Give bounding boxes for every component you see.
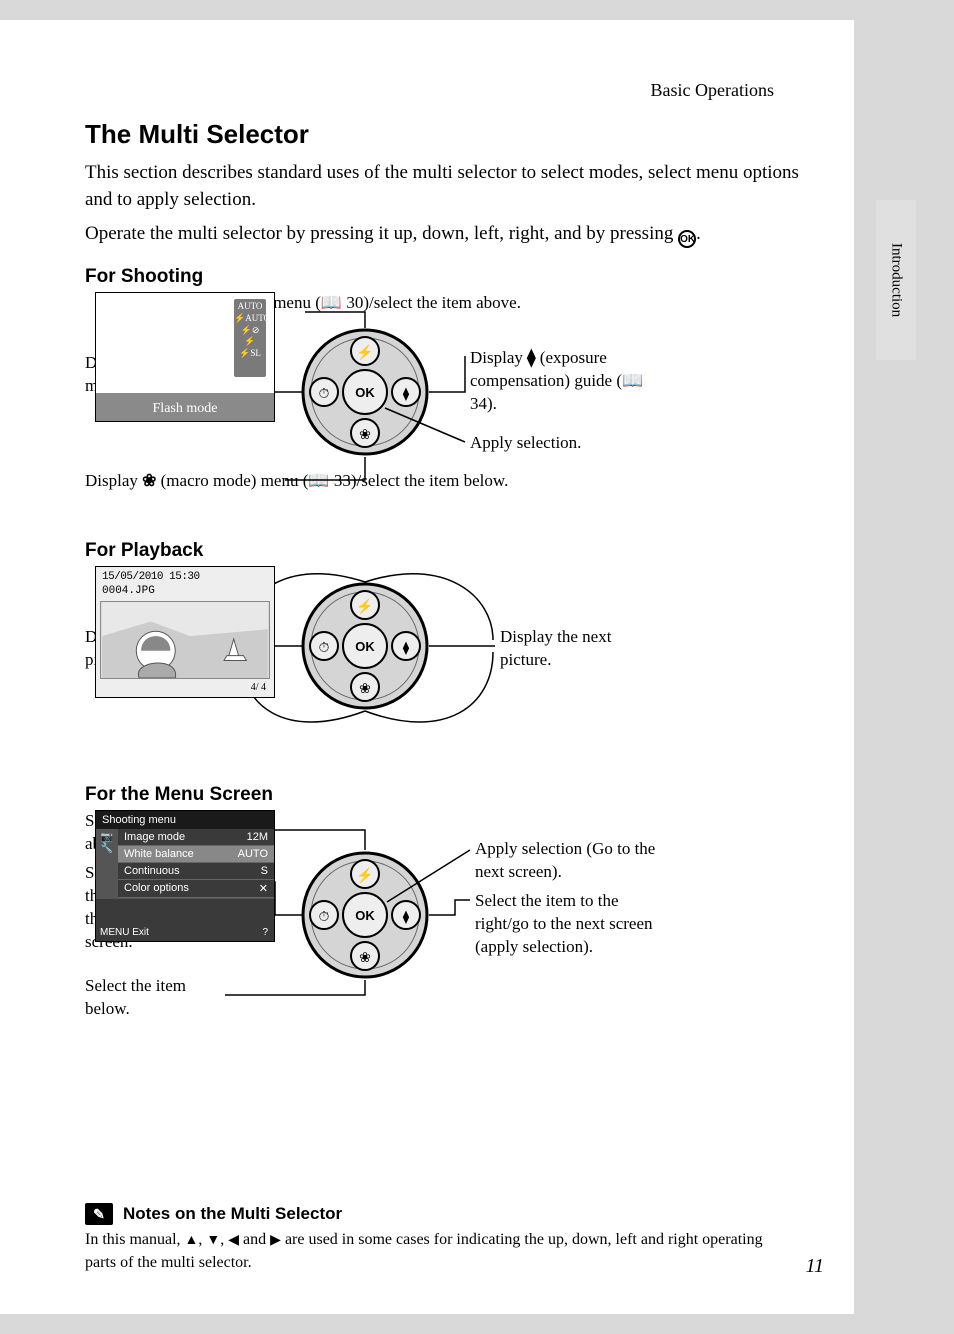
shooting-menu-screen: Shooting menu 📷🔧 Image mode12M White bal… bbox=[95, 810, 275, 942]
svg-text:⚡: ⚡ bbox=[356, 344, 373, 361]
multi-selector-dial-shooting: OK ⚡ ❀ ⏱ ⧫ bbox=[300, 327, 430, 457]
menu-exit-label: MENU Exit bbox=[100, 927, 149, 938]
ok-icon: OK bbox=[678, 230, 696, 248]
intro-text-2: Operate the multi selector by pressing i… bbox=[85, 221, 814, 248]
annot-exposure: Display ⧫ (exposure compensation) guide … bbox=[470, 347, 655, 416]
annot-select-below: Select the item below. bbox=[85, 975, 220, 1021]
svg-text:OK: OK bbox=[355, 385, 375, 400]
flash-mode-label: Flash mode bbox=[96, 401, 274, 417]
svg-text:⏱: ⏱ bbox=[319, 641, 330, 656]
svg-text:⏱: ⏱ bbox=[319, 387, 330, 402]
menu-heading: For the Menu Screen bbox=[85, 784, 814, 806]
left-triangle-icon: ◀ bbox=[228, 1233, 239, 1248]
annot-apply: Apply selection. bbox=[470, 432, 650, 455]
playback-screen: 15/05/2010 15:30 0004.JPG 4/ 4 bbox=[95, 566, 275, 698]
svg-text:❀: ❀ bbox=[359, 682, 371, 697]
menu-item: ContinuousS bbox=[118, 863, 274, 880]
svg-text:⧫: ⧫ bbox=[403, 386, 410, 402]
svg-text:⧫: ⧫ bbox=[403, 640, 410, 656]
intro-text-1: This section describes standard uses of … bbox=[85, 160, 814, 213]
menu-tab-camera-icon: 📷🔧 bbox=[96, 829, 118, 898]
svg-text:❀: ❀ bbox=[359, 428, 371, 443]
notes-section: ✎ Notes on the Multi Selector In this ma… bbox=[85, 1203, 794, 1274]
page-number: 11 bbox=[805, 1255, 824, 1278]
svg-text:⚡: ⚡ bbox=[356, 867, 373, 884]
notes-heading-row: ✎ Notes on the Multi Selector bbox=[85, 1203, 794, 1225]
macro-icon: ❀ bbox=[142, 471, 156, 490]
svg-text:OK: OK bbox=[355, 639, 375, 654]
svg-text:⏱: ⏱ bbox=[319, 910, 330, 925]
svg-text:❀: ❀ bbox=[359, 951, 371, 966]
down-triangle-icon: ▼ bbox=[206, 1233, 220, 1248]
playback-block: Display the previous picture. Display th… bbox=[85, 566, 814, 766]
notes-text: In this manual, ▲, ▼, ◀ and ▶ are used i… bbox=[85, 1229, 794, 1274]
playback-heading: For Playback bbox=[85, 540, 814, 562]
svg-text:⚡: ⚡ bbox=[356, 598, 373, 615]
menu-block: Select the item above. Select the item t… bbox=[85, 810, 814, 1030]
menu-help-icon: ? bbox=[262, 927, 268, 938]
manual-page: Introduction Basic Operations The Multi … bbox=[0, 20, 854, 1314]
pencil-icon: ✎ bbox=[85, 1203, 113, 1225]
right-triangle-icon: ▶ bbox=[270, 1233, 281, 1248]
menu-item: Color options✕ bbox=[118, 880, 274, 898]
flash-mode-icons: AUTO ⚡AUTO ⚡⊘ ⚡ ⚡SL bbox=[234, 299, 266, 377]
menu-item: Image mode12M bbox=[118, 829, 274, 846]
annot-apply-menu: Apply selection (Go to the next screen). bbox=[475, 838, 665, 884]
shooting-heading: For Shooting bbox=[85, 266, 814, 288]
exposure-icon: ⧫ bbox=[527, 348, 535, 367]
svg-text:OK: OK bbox=[355, 908, 375, 923]
shooting-block: Display ⚡ (flash mode) menu (📖 30)/selec… bbox=[85, 292, 814, 522]
playback-date: 15/05/2010 15:30 bbox=[102, 571, 200, 583]
multi-selector-dial-menu: OK ⚡ ❀ ⏱ ⧫ bbox=[300, 850, 430, 980]
annot-next-picture: Display the next picture. bbox=[500, 626, 650, 672]
playback-filename: 0004.JPG bbox=[102, 585, 155, 597]
section-tab: Introduction bbox=[876, 200, 916, 360]
menu-title: Shooting menu bbox=[96, 811, 274, 829]
svg-text:⧫: ⧫ bbox=[403, 909, 410, 925]
notes-heading: Notes on the Multi Selector bbox=[123, 1204, 342, 1224]
flash-mode-screen: AUTO ⚡AUTO ⚡⊘ ⚡ ⚡SL Flash mode bbox=[95, 292, 275, 422]
multi-selector-dial-playback: OK ⚡ ❀ ⏱ ⧫ bbox=[300, 581, 430, 711]
annot-select-right: Select the item to the right/go to the n… bbox=[475, 890, 665, 959]
menu-items: Image mode12M White balanceAUTO Continuo… bbox=[118, 829, 274, 898]
header-topic: Basic Operations bbox=[85, 80, 774, 101]
playback-count: 4/ 4 bbox=[251, 682, 266, 693]
annot-macro: Display ❀ (macro mode) menu (📖 33)/selec… bbox=[85, 470, 645, 493]
up-triangle-icon: ▲ bbox=[185, 1233, 199, 1248]
page-title: The Multi Selector bbox=[85, 119, 814, 150]
section-tab-label: Introduction bbox=[888, 243, 905, 317]
menu-item-selected: White balanceAUTO bbox=[118, 846, 274, 863]
playback-image bbox=[100, 601, 270, 679]
